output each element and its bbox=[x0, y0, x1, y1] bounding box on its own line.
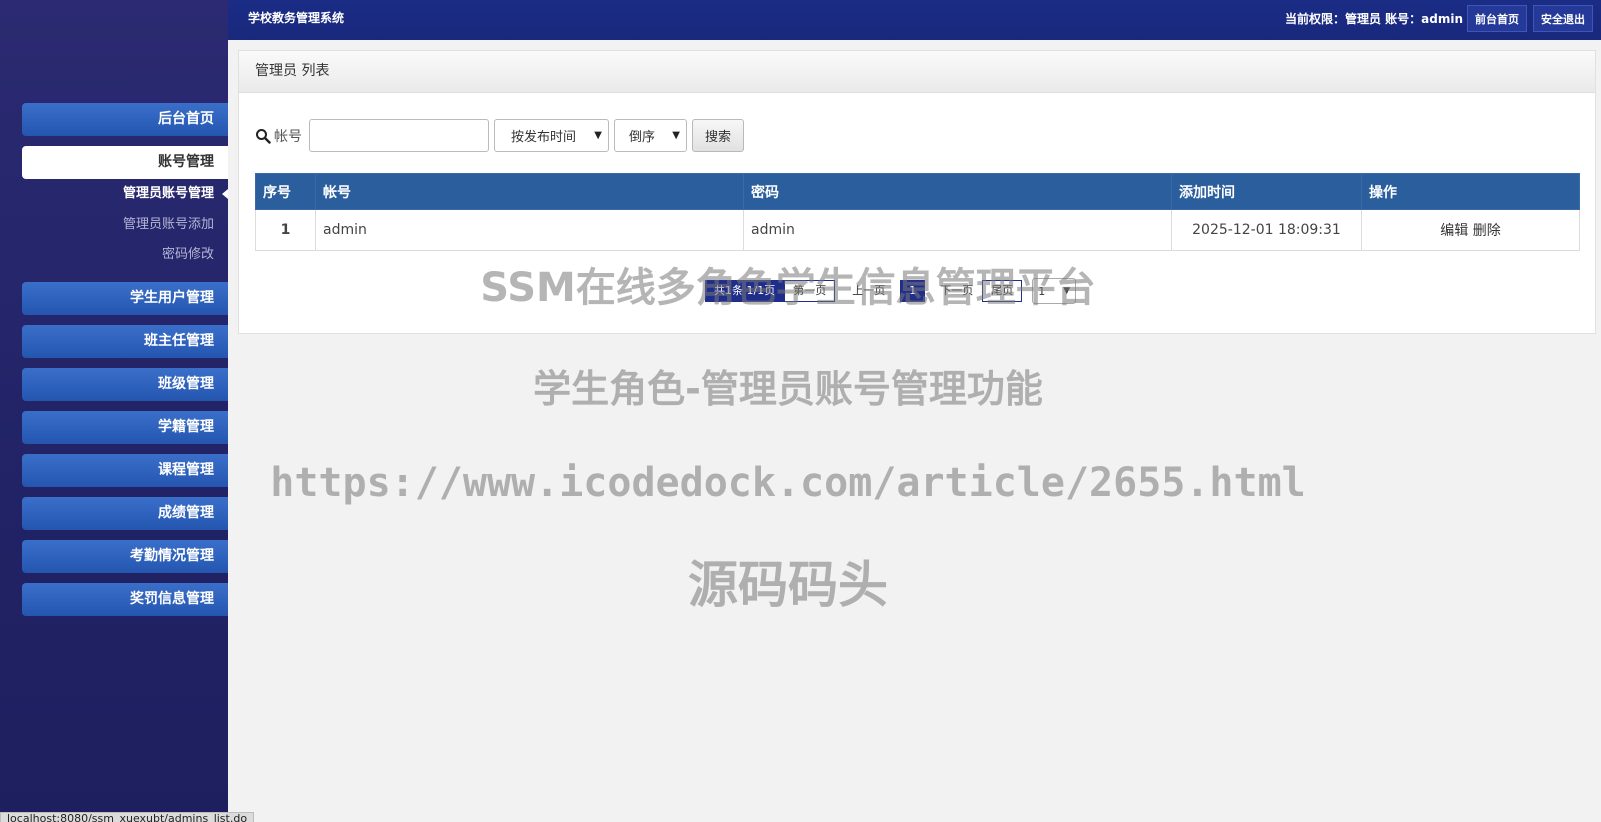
sidebar: 后台首页 账号管理 管理员账号管理 管理员账号添加 密码修改 学生用户管理 班主… bbox=[0, 0, 228, 822]
sidebar-item-account-management[interactable]: 账号管理 bbox=[22, 146, 228, 179]
admin-table: 序号 帐号 密码 添加时间 操作 1 admin admin 2025-12-0… bbox=[255, 173, 1580, 251]
col-header-index: 序号 bbox=[255, 173, 316, 210]
sidebar-subitem-change-password[interactable]: 密码修改 bbox=[22, 244, 228, 266]
sidebar-item-head-teachers[interactable]: 班主任管理 bbox=[22, 325, 228, 358]
chevron-down-icon: ▼ bbox=[672, 130, 680, 141]
col-header-actions: 操作 bbox=[1361, 173, 1580, 210]
edit-link[interactable]: 编辑 bbox=[1440, 223, 1468, 239]
header-user-area: 当前权限：管理员 账号：admin 前台首页 安全退出 bbox=[1285, 5, 1593, 32]
sidebar-item-courses[interactable]: 课程管理 bbox=[22, 454, 228, 487]
permission-text: 当前权限：管理员 账号：admin bbox=[1284, 12, 1463, 26]
search-icon bbox=[256, 128, 271, 144]
sidebar-subitem-add-admin[interactable]: 管理员账号添加 bbox=[22, 214, 228, 236]
search-bar: 帐号 按发布时间 ▼ 倒序 ▼ 搜索 bbox=[255, 119, 745, 152]
sort-order-select[interactable]: 倒序 ▼ bbox=[614, 119, 687, 152]
sidebar-item-rewards-penalties[interactable]: 奖罚信息管理 bbox=[22, 583, 228, 616]
delete-link[interactable]: 删除 bbox=[1473, 223, 1501, 239]
panel-title: 管理员 列表 bbox=[239, 51, 1595, 93]
watermark-subtitle: 学生角色-管理员账号管理功能 bbox=[533, 367, 1043, 411]
cell-time: 2025-12-01 18:09:31 bbox=[1171, 209, 1362, 251]
sidebar-item-dashboard[interactable]: 后台首页 bbox=[22, 103, 228, 136]
sidebar-item-student-status[interactable]: 学籍管理 bbox=[22, 411, 228, 444]
cell-account: admin bbox=[315, 209, 744, 251]
account-search-input[interactable] bbox=[309, 119, 489, 152]
caret-left-icon bbox=[222, 189, 228, 199]
table-header-row: 序号 帐号 密码 添加时间 操作 bbox=[255, 173, 1580, 210]
sidebar-item-classes[interactable]: 班级管理 bbox=[22, 368, 228, 401]
system-title: 学校教务管理系统 bbox=[248, 11, 345, 25]
watermark-title: SSM在线多角色学生信息管理平台 bbox=[480, 265, 1096, 311]
top-header: 学校教务管理系统 当前权限：管理员 账号：admin 前台首页 安全退出 bbox=[228, 0, 1601, 40]
cell-actions: 编辑 删除 bbox=[1361, 209, 1580, 251]
logout-button[interactable]: 安全退出 bbox=[1533, 5, 1593, 32]
front-home-button[interactable]: 前台首页 bbox=[1467, 5, 1527, 32]
status-bar-url: localhost:8080/ssm_xuexubt/admins_list.d… bbox=[0, 812, 255, 822]
watermark-url: https://www.icodedock.com/article/2655.h… bbox=[270, 460, 1306, 506]
sidebar-item-students[interactable]: 学生用户管理 bbox=[22, 282, 228, 315]
search-button[interactable]: 搜索 bbox=[692, 119, 745, 152]
sort-field-value: 按发布时间 bbox=[511, 130, 577, 145]
col-header-account: 帐号 bbox=[315, 173, 744, 210]
sidebar-subitem-label: 管理员账号管理 bbox=[122, 186, 214, 201]
sidebar-item-grades[interactable]: 成绩管理 bbox=[22, 497, 228, 530]
sidebar-subitem-admin-accounts[interactable]: 管理员账号管理 bbox=[22, 183, 228, 205]
search-label: 帐号 bbox=[255, 126, 302, 146]
watermark-brand: 源码码头 bbox=[688, 556, 888, 614]
col-header-time: 添加时间 bbox=[1171, 173, 1362, 210]
cell-password: admin bbox=[743, 209, 1172, 251]
cell-index: 1 bbox=[255, 209, 316, 251]
sort-field-select[interactable]: 按发布时间 ▼ bbox=[494, 119, 609, 152]
sort-order-value: 倒序 bbox=[629, 130, 656, 145]
col-header-password: 密码 bbox=[743, 173, 1172, 210]
table-row: 1 admin admin 2025-12-01 18:09:31 编辑 删除 bbox=[255, 209, 1580, 251]
sidebar-item-attendance[interactable]: 考勤情况管理 bbox=[22, 540, 228, 573]
chevron-down-icon: ▼ bbox=[594, 130, 602, 141]
search-label-text: 帐号 bbox=[274, 128, 302, 145]
